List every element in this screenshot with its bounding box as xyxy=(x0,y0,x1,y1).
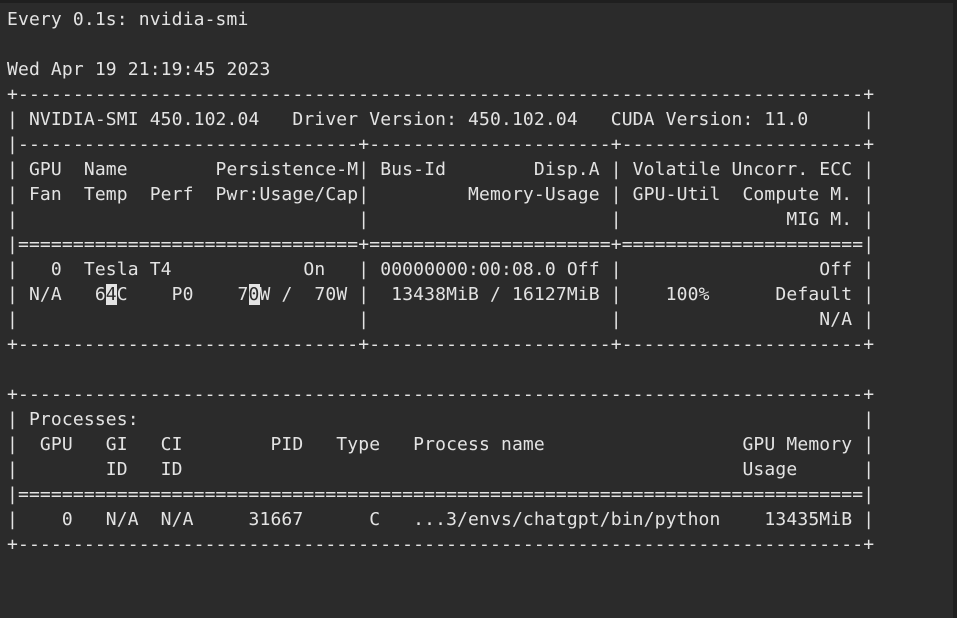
gpu-table-border-top: +---------------------------------------… xyxy=(7,84,875,105)
gpu-row-line-2: | N/A 64C P0 70W / 70W | 13438MiB / 1612… xyxy=(7,282,874,307)
gpu-header-line-1: | GPU Name Persistence-M| Bus-Id Disp.A … xyxy=(7,159,875,180)
terminal-output[interactable]: Every 0.1s: nvidia-smi Wed Apr 19 21:19:4… xyxy=(7,7,874,557)
gpu-header-line-3: | | | MIG M. | xyxy=(7,209,875,230)
gpu-version-line: | NVIDIA-SMI 450.102.04 Driver Version: … xyxy=(7,109,875,130)
gpu-table-border-bottom: +-------------------------------+-------… xyxy=(7,334,875,355)
process-row: | 0 N/A N/A 31667 C ...3/envs/chatgpt/bi… xyxy=(7,509,875,530)
gpu-row-prefix: | N/A 6 xyxy=(7,284,106,305)
gpu-header-line-2: | Fan Temp Perf Pwr:Usage/Cap| Memory-Us… xyxy=(7,184,875,205)
window-top-edge xyxy=(0,0,957,3)
process-header-line-1: | GPU GI CI PID Type Process name GPU Me… xyxy=(7,434,875,455)
gpu-row-line-1: | 0 Tesla T4 On | 00000000:00:08.0 Off |… xyxy=(7,259,875,280)
gpu-table-double-divider: |===============================+=======… xyxy=(7,234,875,255)
watch-header: Every 0.1s: nvidia-smi xyxy=(7,9,249,30)
gpu-row-suffix: W / 70W | 13438MiB / 16127MiB | 100% Def… xyxy=(259,284,875,305)
timestamp: Wed Apr 19 21:19:45 2023 xyxy=(7,59,271,80)
temp-cursor-char: 4 xyxy=(105,284,117,305)
process-header-line-2: | ID ID Usage | xyxy=(7,459,875,480)
gpu-table-divider: |-------------------------------+-------… xyxy=(7,134,875,155)
scrollbar-track[interactable] xyxy=(953,0,957,618)
process-table-border-bottom: +---------------------------------------… xyxy=(7,534,875,555)
process-table-border-top: +---------------------------------------… xyxy=(7,384,875,405)
gpu-row-line-3: | | | N/A | xyxy=(7,309,875,330)
gpu-row-middle: C P0 7 xyxy=(116,284,249,305)
process-table-double-divider: |=======================================… xyxy=(7,484,875,505)
processes-title: | Processes: | xyxy=(7,409,875,430)
power-cursor-char: 0 xyxy=(248,284,260,305)
